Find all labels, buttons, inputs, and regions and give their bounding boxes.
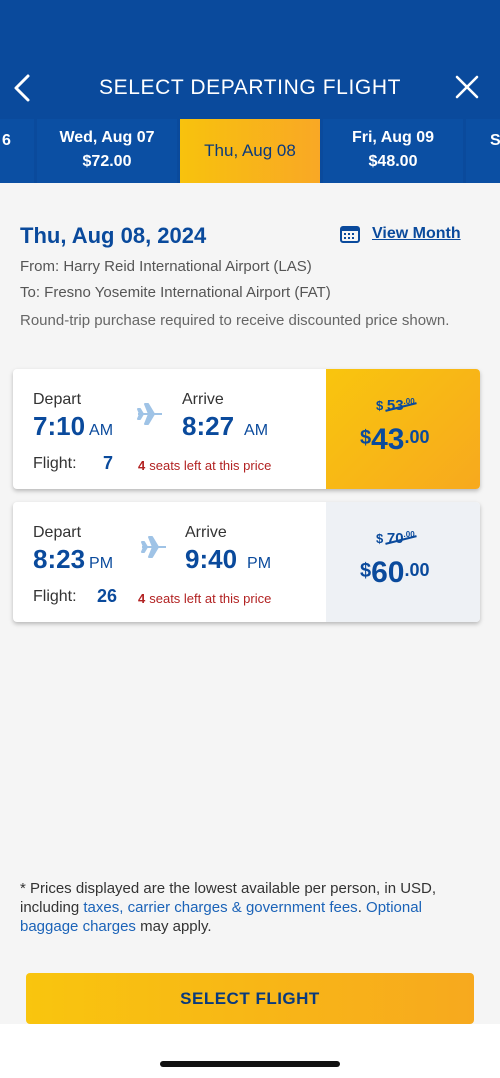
arrive-ampm: PM <box>247 555 272 572</box>
date-tab-date: Fri, Aug 09 <box>351 129 435 146</box>
seats-left-text: seats left at this price <box>149 458 272 473</box>
flight-label: Flight: <box>33 588 77 605</box>
seats-left-warning: 4 seats left at this price <box>138 458 271 473</box>
date-tab-next-label: S <box>490 132 500 149</box>
flight-results: Thu, Aug 08, 2024 View Month From: Harry… <box>0 183 500 1023</box>
fare-price-selected[interactable]: $ 53.00 $43.00 <box>326 369 480 489</box>
pricing-footnote: * Prices displayed are the lowest availa… <box>20 879 482 936</box>
close-icon[interactable] <box>452 72 482 102</box>
round-trip-note: Round-trip purchase required to receive … <box>20 312 450 329</box>
view-month-label: View Month <box>372 225 461 242</box>
select-flight-button[interactable]: SELECT FLIGHT <box>26 973 474 1024</box>
original-price-cents: .00 <box>403 397 415 406</box>
date-tab-next-partial[interactable]: S <box>466 119 500 183</box>
date-tab-prev-label: 6 <box>2 132 11 149</box>
price-amount: 60 <box>371 556 405 589</box>
original-price-amount: 53 <box>386 397 404 414</box>
original-price: $ 53.00 <box>376 397 415 414</box>
discounted-price: $60.00 <box>360 556 430 590</box>
airplane-icon <box>141 536 166 558</box>
seats-left-count: 4 <box>138 458 146 473</box>
depart-ampm: PM <box>89 555 114 572</box>
arrive-time-value: 9:40 <box>185 544 238 574</box>
date-tab-date: Thu, Aug 08 <box>204 141 296 160</box>
arrive-label: Arrive <box>182 391 224 408</box>
original-price-cents: .00 <box>403 530 415 539</box>
destination-text: To: Fresno Yosemite International Airpor… <box>20 284 331 301</box>
price-symbol: $ <box>360 427 372 449</box>
date-tab-aug-09[interactable]: Fri, Aug 09 $48.00 <box>323 119 463 183</box>
date-tab-prev-partial[interactable]: 6 <box>0 119 34 183</box>
original-price-symbol: $ <box>376 531 384 546</box>
footnote-text: . <box>357 899 367 916</box>
airplane-icon <box>137 403 162 425</box>
flight-card[interactable]: Depart 8:23 PM Arrive 9:40 PM Flight: 26 4… <box>13 502 480 622</box>
home-indicator[interactable] <box>160 1061 340 1067</box>
taxes-fees-link[interactable]: taxes, carrier charges & government fees <box>83 899 357 916</box>
original-price-amount: 70 <box>386 530 404 547</box>
view-month-link[interactable]: View Month <box>340 225 461 243</box>
depart-label: Depart <box>33 391 82 408</box>
selected-date-heading: Thu, Aug 08, 2024 <box>20 223 207 248</box>
flight-label: Flight: <box>33 455 77 472</box>
seats-left-warning: 4 seats left at this price <box>138 591 271 606</box>
price-cents: .00 <box>404 560 430 580</box>
original-price: $ 70.00 <box>376 530 415 547</box>
date-selector: 6 Wed, Aug 07 $72.00 Thu, Aug 08 Fri, Au… <box>0 116 500 183</box>
arrive-ampm: AM <box>244 422 269 439</box>
calendar-icon <box>340 226 360 243</box>
discounted-price: $43.00 <box>360 423 430 457</box>
footnote-text: may apply. <box>135 918 212 935</box>
origin-text: From: Harry Reid International Airport (… <box>20 258 312 275</box>
depart-time-value: 7:10 <box>33 411 86 441</box>
arrive-label: Arrive <box>185 524 227 541</box>
depart-label: Depart <box>33 524 82 541</box>
arrive-time-value: 8:27 <box>182 411 235 441</box>
date-tab-price: $48.00 <box>368 153 418 170</box>
price-cents: .00 <box>404 427 430 447</box>
depart-time-value: 8:23 <box>33 544 86 574</box>
flight-card[interactable]: Depart 7:10 AM Arrive 8:27 AM Flight: 7 4s… <box>13 369 480 489</box>
depart-time: 8:23 PM <box>33 544 113 575</box>
date-tab-price: $72.00 <box>82 153 132 170</box>
depart-ampm: AM <box>89 422 114 439</box>
fare-price[interactable]: $ 70.00 $60.00 <box>326 502 480 622</box>
price-amount: 43 <box>371 423 405 456</box>
app-header: SELECT DEPARTING FLIGHT <box>0 0 500 116</box>
date-tab-date: Wed, Aug 07 <box>59 129 155 146</box>
price-symbol: $ <box>360 560 372 582</box>
page-title: SELECT DEPARTING FLIGHT <box>98 76 402 99</box>
original-price-symbol: $ <box>376 398 384 413</box>
arrive-time: 9:40 PM <box>185 544 271 575</box>
flight-number: 26 <box>97 586 118 606</box>
date-tab-aug-08[interactable]: Thu, Aug 08 <box>180 119 320 183</box>
bottom-safe-area <box>0 1024 500 1078</box>
chevron-left-icon[interactable] <box>8 70 36 106</box>
arrive-time: 8:27 AM <box>182 411 268 442</box>
date-tab-aug-07[interactable]: Wed, Aug 07 $72.00 <box>37 119 177 183</box>
seats-left-count: 4 <box>138 591 146 606</box>
flight-number: 7 <box>103 453 114 473</box>
depart-time: 7:10 AM <box>33 411 113 442</box>
seats-left-text: seats left at this price <box>149 591 272 606</box>
